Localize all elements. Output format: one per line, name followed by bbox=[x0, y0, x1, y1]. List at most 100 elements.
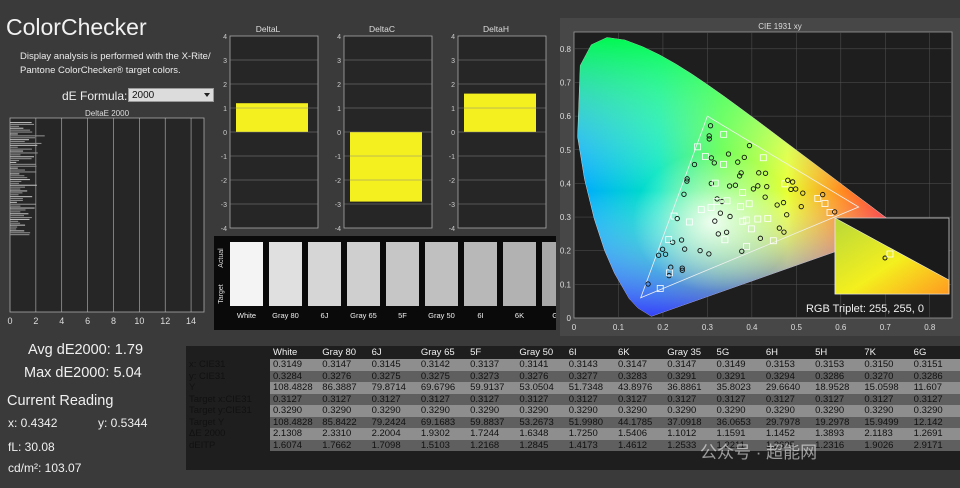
table-cell: 108.4828 bbox=[270, 416, 320, 428]
deltae-bar bbox=[10, 125, 20, 127]
deltae-bar bbox=[10, 179, 30, 181]
table-header-cell: 5F bbox=[470, 346, 482, 358]
table-cell: 0.3290 bbox=[467, 405, 517, 417]
row-label: dEITP bbox=[186, 439, 270, 451]
table-cell: 0.3290 bbox=[812, 405, 862, 417]
deltae-x-tick: 8 bbox=[111, 316, 116, 326]
deltae-bar bbox=[10, 217, 32, 219]
table-cell: 0.3290 bbox=[368, 405, 418, 417]
table-cell: 0.3290 bbox=[565, 405, 615, 417]
delta-l-panel: DeltaL bbox=[229, 24, 319, 229]
table-cell: 0.3290 bbox=[664, 405, 714, 417]
table-header-cell: Gray 65 bbox=[420, 346, 455, 358]
delta-y-tick: -2 bbox=[221, 178, 227, 185]
deltae-bar bbox=[10, 215, 25, 217]
rgb-triplet: RGB Triplet: 255, 255, 0 bbox=[806, 303, 924, 315]
deltae-bar bbox=[10, 218, 30, 220]
table-cell: 51.7348 bbox=[565, 382, 615, 394]
table-cell: 35.8023 bbox=[713, 382, 763, 394]
row-label: Target Y bbox=[186, 416, 270, 428]
swatch-target bbox=[464, 276, 497, 306]
page-title: ColorChecker bbox=[6, 14, 147, 40]
cie-x-tick: 0.4 bbox=[746, 323, 758, 332]
swatch-label: 6I bbox=[477, 311, 483, 320]
table-cell: 1.2316 bbox=[812, 439, 862, 451]
table-header-cell: 7K bbox=[864, 346, 876, 358]
table-cell: 15.9499 bbox=[861, 416, 911, 428]
table-row: Target Y 108.4828 85.8422 79.2424 69.1683 59.… bbox=[186, 416, 960, 428]
row-label: ΔE 2000 bbox=[186, 428, 270, 440]
swatch-actual bbox=[425, 242, 458, 276]
cie-y-tick: 0 bbox=[567, 314, 572, 323]
swatch-actual bbox=[542, 242, 556, 276]
delta-y-tick: 3 bbox=[337, 58, 341, 65]
swatch-label: Gra bbox=[552, 311, 556, 320]
table-cell: 0.3276 bbox=[516, 370, 566, 382]
deltae-bar bbox=[10, 199, 23, 201]
table-cell: 0.3147 bbox=[319, 359, 369, 371]
table-cell: 29.7978 bbox=[762, 416, 813, 428]
swatch-actual bbox=[308, 242, 341, 276]
delta-y-tick: 0 bbox=[337, 130, 341, 137]
table-cell: 0.3286 bbox=[812, 370, 862, 382]
table-row: ΔE 2000 2.1308 2.3310 2.2004 1.9302 1.7244 1.6… bbox=[186, 428, 960, 440]
table-cell: 0.3291 bbox=[713, 370, 763, 382]
deltae-x-tick: 4 bbox=[59, 316, 64, 326]
deltae-bar bbox=[10, 122, 32, 124]
deltae-bar bbox=[10, 184, 37, 186]
delta-y-tick: -4 bbox=[449, 226, 455, 232]
cie-y-tick: 0.8 bbox=[560, 45, 572, 54]
swatch-target bbox=[542, 276, 556, 306]
delta-y-tick: 2 bbox=[451, 82, 455, 89]
table-header-cell: 6H bbox=[765, 346, 778, 358]
deltae-bar bbox=[10, 213, 29, 215]
table-cell: 0.3127 bbox=[664, 393, 714, 405]
table-cell: 1.7662 bbox=[319, 439, 369, 451]
delta-h-panel: DeltaH bbox=[457, 24, 547, 229]
cie-x-tick: 0 bbox=[572, 323, 577, 332]
deltae-bar bbox=[10, 194, 19, 196]
deltae-x-ticks: 0 2 4 6 8 10 12 14 bbox=[7, 316, 196, 326]
table-header-cell: 6I bbox=[568, 346, 577, 358]
swatch-label: 5F bbox=[398, 311, 407, 320]
table-cell: 1.4612 bbox=[614, 439, 665, 451]
swatch-target bbox=[503, 276, 536, 306]
delta-c-bar bbox=[350, 132, 422, 202]
reading-cd: cd/m²: 103.07 bbox=[8, 461, 82, 475]
table-cell: 85.8422 bbox=[319, 416, 369, 428]
delta-y-tick: -3 bbox=[335, 202, 341, 209]
results-table: White Gray 80 6J Gray 65 5F Gray 50 6I 6K Gray 3… bbox=[186, 346, 960, 470]
table-cell: 1.9026 bbox=[861, 439, 911, 451]
deltae-bar bbox=[10, 209, 26, 211]
delta-y-tick: 1 bbox=[451, 106, 455, 113]
table-cell: 0.3149 bbox=[713, 359, 763, 371]
table-header-cell: Gray 80 bbox=[322, 346, 357, 358]
delta-y-tick: 4 bbox=[223, 34, 227, 41]
chevron-down-icon bbox=[204, 93, 210, 97]
table-cell: 0.3127 bbox=[812, 393, 862, 405]
swatch-actual bbox=[386, 242, 419, 276]
table-cell: 53.2673 bbox=[516, 416, 566, 428]
table-cell: 37.0918 bbox=[664, 416, 714, 428]
table-cell: 0.3127 bbox=[319, 393, 369, 405]
deltae-bar bbox=[10, 188, 21, 190]
deltae-chart: DeltaE 2000 0 2 4 6 8 10 12 14 bbox=[7, 109, 205, 326]
formula-dropdown[interactable]: 2000 bbox=[128, 88, 214, 102]
deltae-bar bbox=[10, 135, 45, 137]
table-cell: 2.1308 bbox=[270, 428, 320, 440]
deltae-bar bbox=[10, 171, 37, 173]
table-cell: 0.3290 bbox=[910, 405, 960, 417]
table-cell: 1.6074 bbox=[270, 439, 320, 451]
deltae-bar bbox=[10, 201, 17, 203]
table-cell: 53.0504 bbox=[516, 382, 566, 394]
delta-h-title: DeltaH bbox=[483, 24, 509, 34]
delta-y-tick: -2 bbox=[335, 178, 341, 185]
cie-x-tick: 0.5 bbox=[791, 323, 803, 332]
table-cell: 18.9528 bbox=[812, 382, 862, 394]
deltae-bar bbox=[10, 198, 23, 200]
table-cell: 0.3153 bbox=[812, 359, 862, 371]
table-cell: 43.8976 bbox=[614, 382, 665, 394]
table-cell: 1.7098 bbox=[368, 439, 418, 451]
swatch-target bbox=[386, 276, 419, 306]
table-cell: 0.3142 bbox=[417, 359, 468, 371]
